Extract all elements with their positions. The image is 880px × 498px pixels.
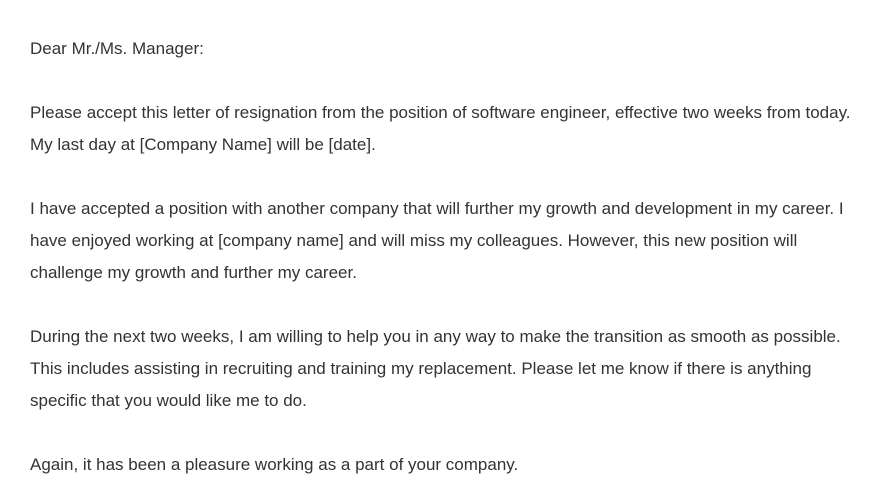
paragraph-transition-help: During the next two weeks, I am willing … (30, 327, 841, 410)
paragraph-resignation-notice: Please accept this letter of resignation… (30, 103, 851, 154)
salutation: Dear Mr./Ms. Manager: (30, 39, 204, 58)
resignation-letter: Dear Mr./Ms. Manager: Please accept this… (30, 33, 860, 481)
paragraph-closing: Again, it has been a pleasure working as… (30, 455, 519, 474)
paragraph-new-position: I have accepted a position with another … (30, 199, 844, 282)
